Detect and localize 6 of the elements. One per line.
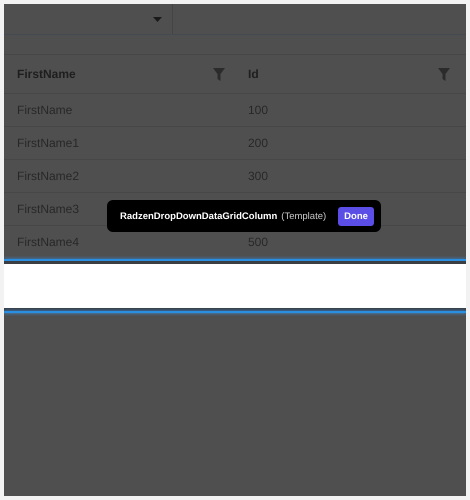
done-button[interactable]: Done <box>338 206 374 226</box>
filter-icon[interactable] <box>438 68 450 80</box>
caret-icon <box>153 16 162 22</box>
component-name: RadzenDropDownDataGridColumn <box>120 210 278 222</box>
filter-icon[interactable] <box>213 68 225 80</box>
component-tag: (Template) <box>281 210 326 222</box>
